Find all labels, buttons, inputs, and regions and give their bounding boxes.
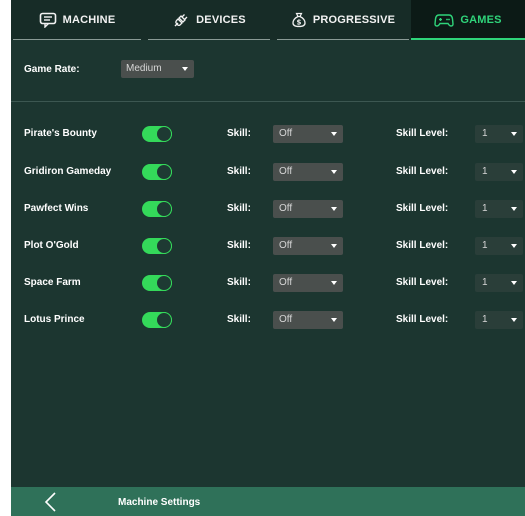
caret-down-icon [331,207,337,211]
skill-level-label: Skill Level: [396,128,449,139]
skill-level-dropdown[interactable]: 1 [475,125,523,143]
monitor-chat-icon [39,12,56,28]
skill-label: Skill: [227,203,251,214]
toggle-knob [156,275,172,291]
tab-label: PROGRESSIVE [312,14,396,26]
game-rate-dropdown[interactable]: Medium [121,60,194,78]
tab-underline [411,38,525,40]
toggle-knob [156,312,172,328]
caret-down-icon [331,170,337,174]
game-rate-label: Game Rate: [24,64,80,75]
tab-underline [277,39,409,40]
footer-title: Machine Settings [118,497,201,508]
divider [11,101,525,102]
skill-value: Off [279,166,293,177]
skill-level-value: 1 [482,277,488,288]
caret-down-icon [511,207,517,211]
caret-down-icon [511,132,517,136]
game-row: Pirate's Bounty Skill: Off Skill Level: … [11,124,525,144]
caret-down-icon [511,244,517,248]
game-row: Plot O'Gold Skill: Off Skill Level: 1 [11,236,525,256]
tab-progressive[interactable]: $ PROGRESSIVE [275,0,411,40]
game-name: Lotus Prince [24,314,85,325]
game-name: Space Farm [24,277,81,288]
skill-level-value: 1 [482,166,488,177]
game-enabled-toggle[interactable] [142,238,172,254]
caret-down-icon [182,67,188,71]
game-enabled-toggle[interactable] [142,201,172,217]
plug-icon [174,14,188,27]
toggle-knob [156,238,172,254]
caret-down-icon [511,281,517,285]
skill-label: Skill: [227,277,251,288]
skill-dropdown[interactable]: Off [273,163,343,181]
skill-level-label: Skill Level: [396,277,449,288]
skill-label: Skill: [227,314,251,325]
skill-level-value: 1 [482,203,488,214]
toggle-knob [156,126,172,142]
caret-down-icon [511,318,517,322]
skill-value: Off [279,277,293,288]
game-enabled-toggle[interactable] [142,275,172,291]
toggle-knob [156,201,172,217]
skill-value: Off [279,128,293,139]
tab-machine[interactable]: MACHINE [11,0,143,40]
skill-level-label: Skill Level: [396,314,449,325]
skill-level-value: 1 [482,240,488,251]
skill-level-dropdown[interactable]: 1 [475,163,523,181]
game-enabled-toggle[interactable] [142,312,172,328]
skill-level-label: Skill Level: [396,240,449,251]
skill-label: Skill: [227,240,251,251]
skill-level-dropdown[interactable]: 1 [475,200,523,218]
toggle-knob [156,164,172,180]
caret-down-icon [331,318,337,322]
game-name: Pawfect Wins [24,203,89,214]
game-enabled-toggle[interactable] [142,164,172,180]
game-row: Pawfect Wins Skill: Off Skill Level: 1 [11,199,525,219]
svg-text:$: $ [296,19,301,27]
skill-level-value: 1 [482,128,488,139]
game-rate-value: Medium [126,63,162,74]
skill-dropdown[interactable]: Off [273,125,343,143]
caret-down-icon [331,132,337,136]
footer-bar: Machine Settings [11,487,525,516]
money-bag-icon: $ [292,12,306,28]
skill-dropdown[interactable]: Off [273,311,343,329]
skill-level-dropdown[interactable]: 1 [475,237,523,255]
skill-value: Off [279,314,293,325]
caret-down-icon [331,244,337,248]
skill-level-dropdown[interactable]: 1 [475,274,523,292]
tab-underline [148,39,270,40]
tab-devices[interactable]: DEVICES [146,0,272,40]
game-name: Plot O'Gold [24,240,79,251]
chevron-left-icon[interactable] [41,491,61,513]
tab-underline [13,39,141,40]
game-name: Pirate's Bounty [24,128,97,139]
skill-level-value: 1 [482,314,488,325]
tab-label: DEVICES [196,14,246,26]
skill-level-label: Skill Level: [396,166,449,177]
skill-dropdown[interactable]: Off [273,237,343,255]
game-enabled-toggle[interactable] [142,126,172,142]
game-row: Space Farm Skill: Off Skill Level: 1 [11,273,525,293]
caret-down-icon [331,281,337,285]
tab-bar: MACHINE DEVICES $ PROGRESSIVE GAMES [11,0,525,40]
gamepad-icon [434,14,455,27]
skill-dropdown[interactable]: Off [273,274,343,292]
game-name: Gridiron Gameday [24,166,112,177]
game-row: Lotus Prince Skill: Off Skill Level: 1 [11,310,525,330]
skill-level-dropdown[interactable]: 1 [475,311,523,329]
settings-screen: MACHINE DEVICES $ PROGRESSIVE GAMES Game… [11,0,525,516]
skill-label: Skill: [227,166,251,177]
tab-games[interactable]: GAMES [411,0,525,40]
tab-label: MACHINE [62,14,116,26]
game-row: Gridiron Gameday Skill: Off Skill Level:… [11,162,525,182]
skill-value: Off [279,203,293,214]
skill-dropdown[interactable]: Off [273,200,343,218]
caret-down-icon [511,170,517,174]
skill-level-label: Skill Level: [396,203,449,214]
tab-label: GAMES [460,14,502,26]
skill-label: Skill: [227,128,251,139]
skill-value: Off [279,240,293,251]
